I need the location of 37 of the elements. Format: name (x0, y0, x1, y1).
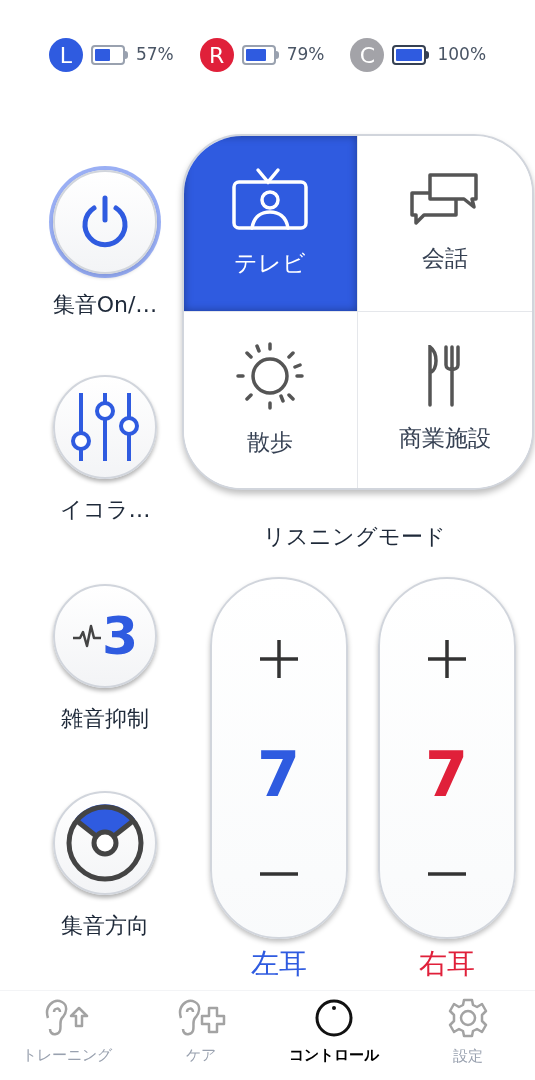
control-label: 集音On/… (52, 291, 158, 319)
sun-icon (235, 340, 305, 411)
ear-label: 左耳 (250, 946, 307, 982)
minus-icon[interactable] (426, 871, 467, 877)
settings-icon (447, 997, 490, 1040)
volume-value: 7 (256, 744, 301, 806)
device-badge: C (350, 38, 385, 72)
knob-icon (314, 998, 355, 1039)
battery-icon (392, 45, 430, 65)
battery-percent: 79% (286, 43, 325, 67)
ear-label: 右耳 (418, 946, 475, 982)
mode-tile[interactable]: 散歩 (183, 312, 358, 488)
tab[interactable]: コントロール (267, 991, 402, 1080)
mode-tile[interactable]: 会話 (357, 136, 532, 312)
mode-tile[interactable]: テレビ (183, 136, 358, 312)
battery-percent: 57% (135, 43, 174, 67)
direction-button[interactable] (53, 791, 157, 895)
plus-icon[interactable] (426, 639, 467, 679)
battery-icon (241, 45, 279, 65)
mode-tile[interactable]: 商業施設 (357, 312, 532, 488)
volume-value: 7 (424, 744, 469, 806)
section-title: リスニングモード (263, 523, 446, 551)
direction-icon (65, 803, 145, 883)
waveform-icon (71, 624, 102, 648)
noise-level: 3 (101, 610, 139, 662)
minus-icon[interactable] (258, 871, 299, 877)
control-label: イコラ… (59, 496, 151, 524)
battery-icon (90, 45, 128, 65)
control-label: 雑音抑制 (61, 705, 149, 733)
device-badge: L (48, 38, 83, 72)
equalizer-button[interactable] (53, 375, 157, 479)
device-badge: R (199, 38, 234, 72)
noise-button[interactable]: 3 (53, 584, 157, 688)
plus-icon[interactable] (258, 639, 299, 679)
battery-percent: 100% (437, 43, 487, 67)
control-label: 集音方向 (61, 912, 149, 940)
tv-icon (230, 166, 310, 233)
